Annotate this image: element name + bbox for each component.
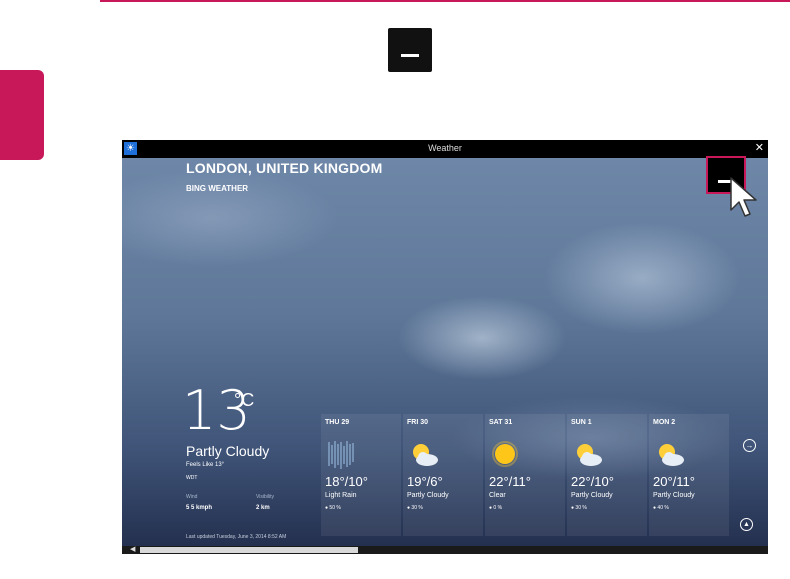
forecast-precip: ● 0 % — [489, 505, 503, 511]
forecast-precip: ● 50 % — [325, 505, 341, 511]
forecast-precip: ● 40 % — [653, 505, 669, 511]
forecast-day-name: THU 29 — [325, 419, 350, 426]
scroll-up-icon[interactable]: ▲ — [740, 518, 753, 531]
horizontal-scrollbar[interactable]: ◀ — [122, 546, 768, 554]
forecast-temps: 20°/11° — [653, 474, 695, 489]
forecast-day-name: SUN 1 — [571, 419, 592, 426]
forecast-precip-value: 0 % — [493, 505, 503, 511]
city-name: LONDON, UNITED KINGDOM — [186, 160, 383, 176]
forecast-condition: Partly Cloudy — [653, 492, 695, 499]
weather-panorama: LONDON, UNITED KINGDOM BING WEATHER 13 °… — [122, 158, 768, 546]
forecast-day[interactable]: MON 2 20°/11° Partly Cloudy ● 40 % — [649, 414, 729, 536]
wind-label: Wind — [186, 494, 198, 500]
scrollbar-thumb[interactable] — [140, 547, 358, 553]
rain-icon — [328, 441, 354, 469]
forecast-condition: Partly Cloudy — [571, 492, 613, 499]
forecast-day[interactable]: FRI 30 19°/6° Partly Cloudy ● 30 % — [403, 414, 483, 536]
sun-icon — [492, 441, 518, 467]
visibility-label: Visibility — [256, 494, 274, 500]
forecast-precip-value: 30 % — [575, 505, 587, 511]
current-condition: Partly Cloudy — [186, 443, 270, 459]
close-button[interactable]: ✕ — [755, 141, 764, 154]
daily-forecast: THU 29 18°/10° Light Rain ● 50 % FRI 30 — [321, 414, 731, 536]
forecast-precip-value: 50 % — [329, 505, 341, 511]
forecast-precip: ● 30 % — [407, 505, 423, 511]
forecast-day-name: SAT 31 — [489, 419, 513, 426]
forecast-next-icon[interactable]: → — [743, 439, 756, 452]
side-accent-tab — [0, 70, 44, 160]
top-accent-rule — [100, 0, 790, 2]
forecast-day[interactable]: SUN 1 22°/10° Partly Cloudy ● 30 % — [567, 414, 647, 536]
title-bar[interactable]: ☀ Weather ✕ — [122, 140, 768, 158]
partly-cloudy-icon — [413, 444, 438, 466]
partly-cloudy-icon — [577, 444, 602, 466]
forecast-day-name: MON 2 — [653, 419, 676, 426]
minimize-button-zoomed — [388, 28, 432, 72]
forecast-temps: 22°/11° — [489, 474, 531, 489]
forecast-day[interactable]: THU 29 18°/10° Light Rain ● 50 % — [321, 414, 401, 536]
forecast-day-name: FRI 30 — [407, 419, 429, 426]
forecast-temps: 19°/6° — [407, 474, 443, 489]
visibility-value: 2 km — [256, 505, 270, 511]
mouse-pointer-icon — [730, 177, 757, 217]
scroll-left-icon[interactable]: ◀ — [130, 546, 135, 554]
partly-cloudy-icon — [659, 444, 684, 466]
forecast-precip-value: 40 % — [657, 505, 669, 511]
forecast-temps: 18°/10° — [325, 474, 368, 489]
weather-app-window: ☀ Weather ✕ LONDON, UNITED KINGDOM BING … — [122, 140, 768, 554]
forecast-day[interactable]: SAT 31 22°/11° Clear ● 0 % — [485, 414, 565, 536]
minimize-icon — [401, 54, 419, 57]
temperature-unit: °C — [234, 390, 255, 410]
feels-like: Feels Like 13° — [186, 462, 225, 468]
forecast-temps: 22°/10° — [571, 474, 614, 489]
window-title: Weather — [428, 143, 462, 153]
forecast-precip-value: 30 % — [411, 505, 423, 511]
forecast-condition: Light Rain — [325, 492, 357, 499]
forecast-condition: Clear — [489, 492, 506, 499]
last-updated: Last updated Tuesday, June 3, 2014 8:52 … — [186, 534, 287, 540]
wind-value: 5 5 kmph — [186, 505, 213, 511]
provider-name: BING WEATHER — [186, 184, 249, 193]
forecast-precip: ● 30 % — [571, 505, 587, 511]
station-label: WDT — [186, 475, 198, 481]
forecast-condition: Partly Cloudy — [407, 492, 449, 499]
